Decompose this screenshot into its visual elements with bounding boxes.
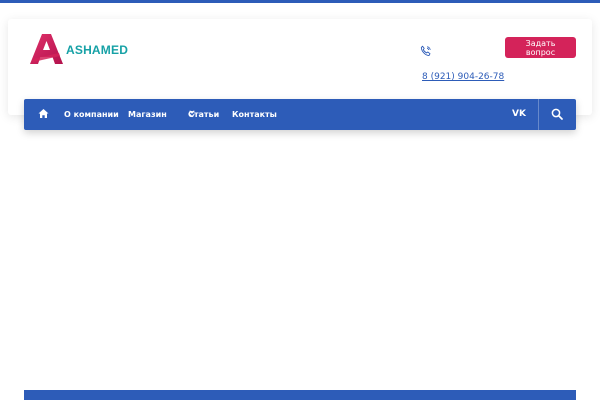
logo-text: ASHAMED <box>66 43 129 57</box>
nav-item-shop[interactable]: Магазин <box>128 99 167 130</box>
search-icon[interactable] <box>551 108 563 120</box>
nav-divider <box>538 99 539 130</box>
logo-mark-icon <box>30 34 63 64</box>
ask-question-button[interactable]: Задать вопрос <box>505 37 576 58</box>
site-logo[interactable]: ASHAMED <box>29 33 128 65</box>
phone-icon <box>420 45 431 57</box>
content-banner-top <box>24 390 576 400</box>
nav-item-about[interactable]: О компании <box>64 99 119 130</box>
nav-item-contacts[interactable]: Контакты <box>232 99 277 130</box>
phone-number-link[interactable]: 8 (921) 904-26-78 <box>422 72 504 82</box>
nav-item-articles[interactable]: Статьи <box>188 99 219 130</box>
vk-icon[interactable]: VK <box>512 99 526 130</box>
main-navbar: О компании Магазин Статьи Контакты VK <box>24 99 576 130</box>
home-icon[interactable] <box>38 108 49 119</box>
top-accent-strip <box>0 0 600 3</box>
